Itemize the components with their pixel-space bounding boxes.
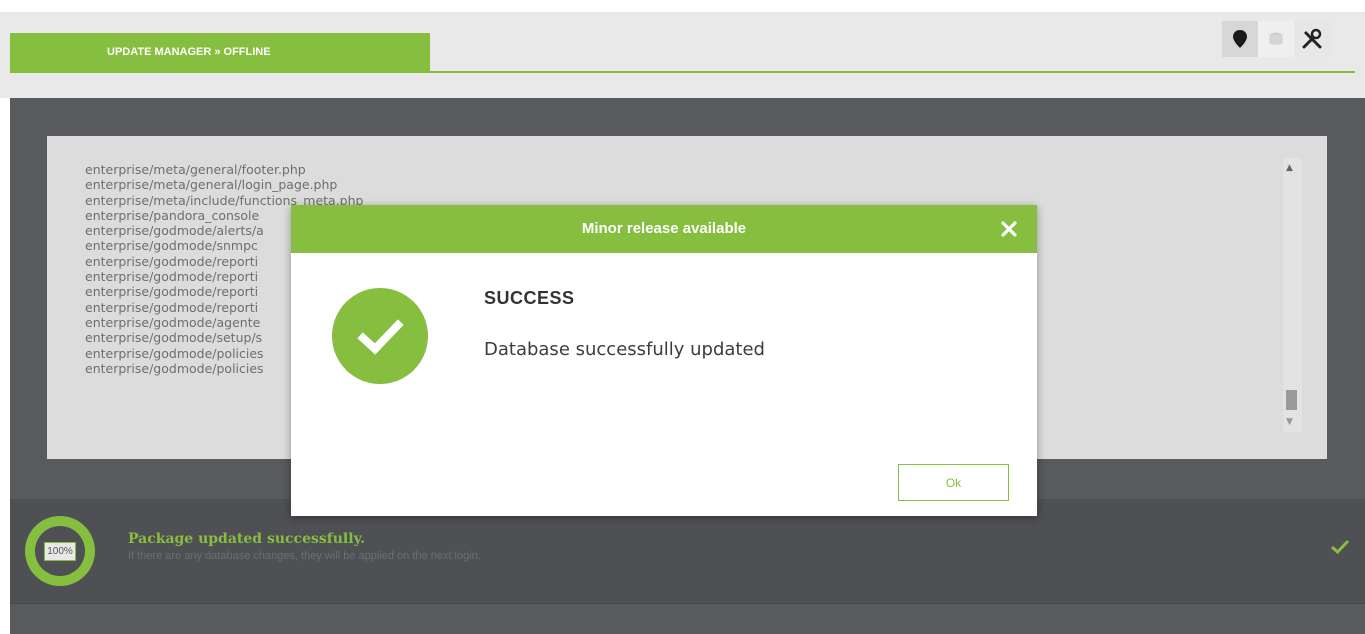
- success-message: Database successfully updated: [484, 339, 765, 360]
- tools-icon: [1302, 28, 1322, 49]
- progress-circle: 100%: [25, 516, 95, 586]
- scroll-down-arrow-icon[interactable]: ▼: [1286, 417, 1293, 427]
- success-modal: Minor release available SUCCESS Database…: [291, 205, 1037, 516]
- tab-update-manager-offline[interactable]: UPDATE MANAGER » OFFLINE: [10, 33, 430, 71]
- file-list-item: enterprise/meta/general/login_page.php: [85, 177, 338, 193]
- map-pin-button[interactable]: [1222, 21, 1258, 57]
- progress-label: 100%: [44, 541, 76, 561]
- database-icon: [1269, 32, 1283, 45]
- status-subtitle: If there are any database changes, they …: [128, 550, 481, 562]
- tab-underline: [10, 71, 1355, 73]
- file-list-item: enterprise/meta/general/footer.php: [85, 162, 306, 177]
- close-icon[interactable]: [1001, 221, 1017, 237]
- database-button[interactable]: [1258, 21, 1294, 57]
- scroll-thumb[interactable]: [1286, 390, 1297, 410]
- modal-title: Minor release available: [291, 205, 1037, 253]
- toolbar-icons: [1222, 21, 1365, 57]
- scroll-up-arrow-icon[interactable]: ▲: [1286, 163, 1293, 173]
- status-divider: [10, 603, 1365, 604]
- map-pin-icon: [1233, 30, 1247, 48]
- success-check-icon: [332, 288, 428, 384]
- tools-button[interactable]: [1294, 21, 1330, 57]
- check-icon: [1330, 538, 1350, 560]
- status-title: Package updated successfully.: [128, 531, 365, 547]
- success-heading: SUCCESS: [484, 288, 575, 308]
- ok-button[interactable]: Ok: [898, 464, 1009, 501]
